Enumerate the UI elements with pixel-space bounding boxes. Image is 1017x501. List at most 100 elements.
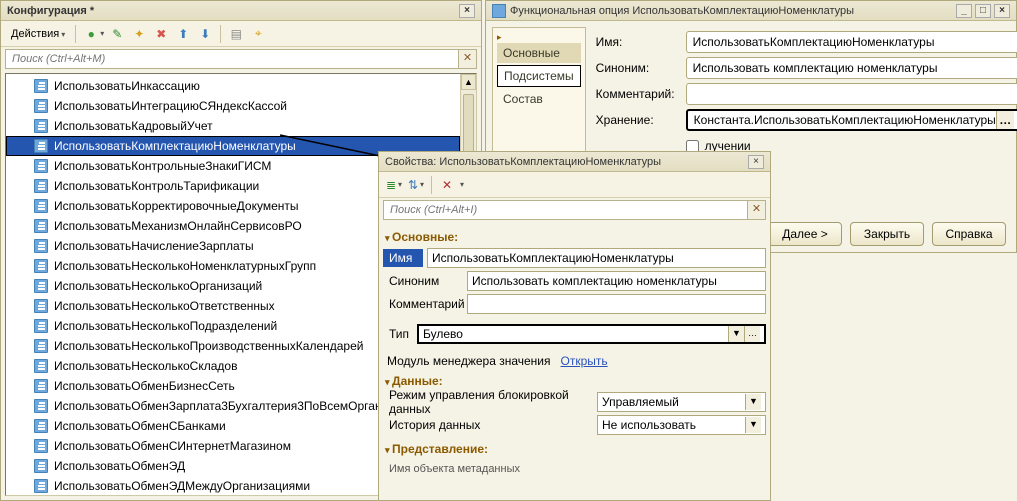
- props-titlebar: Свойства: ИспользоватьКомплектациюНоменк…: [379, 152, 770, 172]
- props-type-input[interactable]: Булево ▼ …: [417, 324, 766, 344]
- sort-icon[interactable]: ⇅: [407, 176, 425, 194]
- config-toolbar: Действия ● ▾ ✎ ✦ ✖ ⬆ ⬇ ▤ ⌖: [1, 21, 481, 47]
- constant-icon: [34, 199, 48, 213]
- constant-icon: [34, 339, 48, 353]
- tab-subsystems[interactable]: Подсистемы: [497, 65, 581, 87]
- func-comment-input[interactable]: [686, 83, 1017, 105]
- tree-item-label: ИспользоватьНесколькоНоменклатурныхГрупп: [54, 259, 316, 273]
- constant-icon: [34, 99, 48, 113]
- constant-icon: [34, 479, 48, 493]
- func-storage-input[interactable]: Константа.ИспользоватьКомплектациюНоменк…: [686, 109, 1017, 131]
- next-button[interactable]: Далее >: [768, 222, 842, 246]
- section-main[interactable]: Основные:: [385, 230, 766, 244]
- filter-icon[interactable]: ⌖: [249, 25, 267, 43]
- wand-icon[interactable]: ✦: [130, 25, 148, 43]
- close-icon[interactable]: ×: [994, 4, 1010, 18]
- func-option-icon: [492, 4, 506, 18]
- tree-item-label: ИспользоватьОбменЭДМеждуОрганизациями: [54, 479, 310, 493]
- lbl-synonym: Синоним: [383, 274, 463, 288]
- func-synonym-input[interactable]: Использовать комплектацию номенклатуры: [686, 57, 1017, 79]
- tree-item-label: ИспользоватьОбменЭД: [54, 459, 185, 473]
- actions-menu[interactable]: Действия: [7, 26, 69, 42]
- edit-icon[interactable]: ✎: [108, 25, 126, 43]
- tree-item-label: ИспользоватьОбменБизнесСеть: [54, 379, 235, 393]
- constant-icon: [34, 319, 48, 333]
- constant-icon: [34, 219, 48, 233]
- constant-icon: [34, 139, 48, 153]
- tree-item[interactable]: ИспользоватьИнтеграциюСЯндексКассой: [6, 96, 460, 116]
- tree-item-label: ИспользоватьКорректировочныеДокументы: [54, 199, 299, 213]
- add-icon[interactable]: ●: [82, 25, 100, 43]
- config-search-input[interactable]: [5, 49, 459, 69]
- open-module-link[interactable]: Открыть: [561, 354, 608, 368]
- up-icon[interactable]: ⬆: [174, 25, 192, 43]
- tree-item[interactable]: ИспользоватьИнкассацию: [6, 76, 460, 96]
- search-clear-icon[interactable]: ✕: [459, 49, 477, 69]
- constant-icon: [34, 239, 48, 253]
- constant-icon: [34, 259, 48, 273]
- hint-text: Имя объекта метаданных: [383, 459, 766, 479]
- props-name-input[interactable]: ИспользоватьКомплектациюНоменклатуры: [427, 248, 766, 268]
- tab-main[interactable]: Основные: [497, 43, 581, 63]
- constant-icon: [34, 399, 48, 413]
- close-icon[interactable]: ×: [748, 155, 764, 169]
- history-dropdown-icon[interactable]: ▼: [745, 417, 761, 433]
- tree-item-label: ИспользоватьНесколькоСкладов: [54, 359, 237, 373]
- props-synonym-input[interactable]: Использовать комплектацию номенклатуры: [467, 271, 766, 291]
- tree-item-label: ИспользоватьОбменЗарплата3Бухгалтерия3По…: [54, 399, 388, 413]
- type-choose-icon[interactable]: …: [744, 326, 760, 342]
- lbl-history: История данных: [383, 418, 593, 432]
- clear-icon[interactable]: ✕: [438, 176, 456, 194]
- tree-item[interactable]: ИспользоватьКадровыйУчет: [6, 116, 460, 136]
- list-icon[interactable]: ▤: [227, 25, 245, 43]
- lbl-comment: Комментарий:: [596, 87, 680, 101]
- config-titlebar: Конфигурация * ×: [1, 1, 481, 21]
- lbl-type: Тип: [383, 327, 413, 341]
- constant-icon: [34, 439, 48, 453]
- props-search-input[interactable]: [383, 200, 748, 220]
- tree-item-label: ИспользоватьКомплектациюНоменклатуры: [54, 139, 296, 153]
- tree-item-label: ИспользоватьНесколькоПодразделений: [54, 319, 277, 333]
- close-button[interactable]: Закрыть: [850, 222, 924, 246]
- maximize-icon[interactable]: □: [975, 4, 991, 18]
- tree-item-label: ИспользоватьНесколькоОтветственных: [54, 299, 275, 313]
- type-dropdown-icon[interactable]: ▼: [728, 326, 744, 342]
- func-titlebar: Функциональная опция ИспользоватьКомплек…: [486, 1, 1016, 21]
- manager-label: Модуль менеджера значения: [387, 354, 551, 368]
- lbl-comment: Комментарий: [383, 297, 463, 311]
- config-title: Конфигурация *: [7, 5, 94, 17]
- props-comment-input[interactable]: [467, 294, 766, 314]
- lock-dropdown-icon[interactable]: ▼: [745, 394, 761, 410]
- close-icon[interactable]: ×: [459, 4, 475, 18]
- section-data[interactable]: Данные:: [385, 374, 766, 388]
- scroll-up-icon[interactable]: ▲: [461, 74, 476, 90]
- constant-icon: [34, 119, 48, 133]
- tree-item-label: ИспользоватьИнтеграциюСЯндексКассой: [54, 99, 287, 113]
- constant-icon: [34, 159, 48, 173]
- storage-choose-icon[interactable]: …: [996, 111, 1014, 129]
- lbl-name: Имя: [383, 249, 423, 267]
- constant-icon: [34, 179, 48, 193]
- help-button[interactable]: Справка: [932, 222, 1006, 246]
- config-searchbox: ✕: [5, 49, 477, 69]
- view-icon[interactable]: ≣: [385, 176, 403, 194]
- down-icon[interactable]: ⬇: [196, 25, 214, 43]
- constant-icon: [34, 299, 48, 313]
- tree-item-label: ИспользоватьНачислениеЗарплаты: [54, 239, 254, 253]
- tree-item-label: ИспользоватьКонтрольТарификации: [54, 179, 259, 193]
- func-name-input[interactable]: ИспользоватьКомплектациюНоменклатуры: [686, 31, 1017, 53]
- section-pres[interactable]: Представление:: [385, 442, 766, 456]
- lbl-name: Имя:: [596, 35, 680, 49]
- props-title: Свойства: ИспользоватьКомплектациюНоменк…: [385, 156, 661, 168]
- search-clear-icon[interactable]: ✕: [748, 200, 766, 220]
- props-history-input[interactable]: Не использовать ▼: [597, 415, 766, 435]
- props-lock-input[interactable]: Управляемый ▼: [597, 392, 766, 412]
- tab-content[interactable]: Состав: [497, 89, 581, 109]
- minimize-icon[interactable]: _: [956, 4, 972, 18]
- tree-item-label: ИспользоватьНесколькоОрганизаций: [54, 279, 262, 293]
- func-title: Функциональная опция ИспользоватьКомплек…: [510, 5, 854, 17]
- delete-icon[interactable]: ✖: [152, 25, 170, 43]
- props-searchbox: ✕: [383, 200, 766, 220]
- constant-icon: [34, 359, 48, 373]
- constant-icon: [34, 419, 48, 433]
